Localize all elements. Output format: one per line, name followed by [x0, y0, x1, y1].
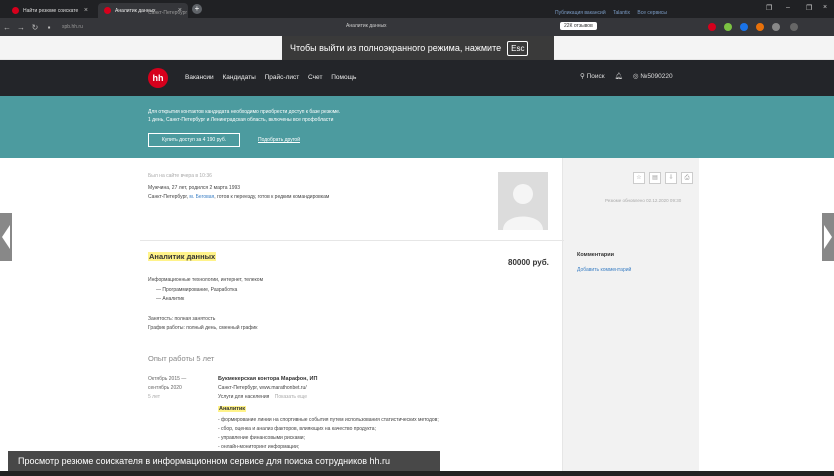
back-icon[interactable]: ← — [0, 23, 14, 32]
comments-title: Комментарии — [577, 252, 615, 258]
specialization: — Программирование, Разработка — [156, 287, 238, 293]
duty-item: - сбор, оценка и анализ факторов, влияющ… — [218, 426, 376, 432]
salary: 80000 руб. — [508, 258, 549, 267]
bookmark-icon[interactable]: ❐ — [766, 4, 772, 12]
star-icon[interactable]: ☆ — [633, 172, 645, 184]
top-link-publish[interactable]: Публикация вакансий — [555, 10, 606, 16]
nav-candidates[interactable]: Кандидаты — [222, 74, 255, 81]
address-bar: ← → ↻ ▪ spb.hh.ru Аналитик данных 22К от… — [0, 18, 834, 36]
close-window-icon[interactable]: × — [823, 4, 827, 11]
last-seen: Был на сайте вчера в 10:36 — [148, 173, 212, 179]
esc-key: Esc — [507, 40, 529, 56]
schedule: График работы: полный день, сменный граф… — [148, 325, 258, 331]
next-arrow[interactable] — [822, 213, 834, 261]
add-comment-link[interactable]: Добавить комментарий — [577, 267, 631, 273]
top-link-talantix[interactable]: Talantix — [613, 10, 630, 16]
prev-arrow[interactable] — [0, 213, 12, 261]
divider — [562, 158, 563, 476]
employment: Занятость: полная занятость — [148, 316, 216, 322]
fullscreen-hint: Чтобы выйти из полноэкранного режима, на… — [282, 36, 554, 60]
url-field[interactable]: spb.hh.ru — [62, 24, 83, 30]
main-nav: Вакансии Кандидаты Прайс-лист Счет Помощ… — [185, 74, 363, 81]
period-start: Октябрь 2015 — — [148, 376, 187, 382]
top-link-services[interactable]: Все сервисы — [637, 10, 667, 16]
nav-vacancies[interactable]: Вакансии — [185, 74, 214, 81]
close-icon[interactable]: × — [84, 7, 88, 14]
buy-access-button[interactable]: Купить доступ за 4 190 руб. — [148, 133, 240, 147]
banner-text: Для открытия контактов кандидата необход… — [148, 109, 341, 123]
page-title: Аналитик данных — [346, 23, 387, 29]
hh-favicon-icon — [104, 7, 111, 14]
site-header: hh Вакансии Кандидаты Прайс-лист Счет По… — [0, 60, 834, 96]
extension-icon[interactable] — [708, 23, 716, 31]
metro-link[interactable]: м. Беговая — [189, 194, 214, 200]
print-icon[interactable]: ⎙ — [681, 172, 693, 184]
nav-help[interactable]: Помощь — [331, 74, 356, 81]
access-banner: Для открытия контактов кандидата необход… — [0, 96, 834, 158]
folder-icon[interactable]: ▤ — [649, 172, 661, 184]
browser-tab[interactable]: Найти резюме соискате × — [6, 3, 94, 18]
fullscreen-hint-text: Чтобы выйти из полноэкранного режима, на… — [290, 43, 502, 53]
lock-icon: ▪ — [47, 22, 51, 32]
duty-item: - формирование линии на спортивные событ… — [218, 417, 439, 423]
period-end: сентябрь 2020 — [148, 385, 182, 391]
content-area — [0, 158, 834, 476]
show-more-link[interactable]: Показать еще — [275, 394, 307, 400]
avatar — [498, 172, 548, 230]
sphere: Информационные технологии, интернет, тел… — [148, 277, 263, 283]
forward-icon[interactable]: → — [14, 23, 28, 32]
extension-icon[interactable] — [772, 23, 780, 31]
company-name: Букмекерская контора Марафон, ИП — [218, 376, 318, 382]
company-location: Санкт-Петербург, www.marathonbet.ru/ — [218, 385, 307, 391]
duty-item: - управление финансовыми рисками; — [218, 435, 305, 441]
search-button[interactable]: ⚲ Поиск — [580, 72, 605, 80]
caption: Просмотр резюме соискателя в информацион… — [8, 451, 440, 471]
top-links: Публикация вакансий Talantix Все сервисы — [555, 10, 673, 16]
candidate-info: Мужчина, 27 лет, родился 2 марта 1993 — [148, 185, 241, 191]
resume-title: Аналитик данных — [148, 252, 217, 261]
browser-tab-bar: Найти резюме соискате × Аналитик данных … — [0, 0, 834, 18]
specialization: — Аналитик — [156, 296, 185, 302]
extensions-icon[interactable] — [790, 23, 798, 31]
nav-account[interactable]: Счет — [308, 74, 322, 81]
reviews-badge[interactable]: 22К отзывов — [560, 22, 597, 30]
company-industry: Услуги для населения Показать еще — [218, 394, 307, 400]
choose-other-link[interactable]: Подобрать другой — [258, 137, 300, 143]
divider — [140, 240, 564, 241]
extension-icon[interactable] — [724, 23, 732, 31]
right-sidebar — [563, 158, 699, 476]
minimize-icon[interactable]: – — [786, 4, 790, 11]
new-tab-icon[interactable]: + — [192, 4, 202, 14]
search-icon: ⚲ — [580, 73, 587, 80]
hh-logo[interactable]: hh — [148, 68, 168, 88]
candidate-location: Санкт-Петербург, м. Беговая, готов к пер… — [148, 194, 330, 200]
extension-icon[interactable] — [756, 23, 764, 31]
experience-title: Опыт работы 5 лет — [148, 354, 215, 363]
download-icon[interactable]: ⇩ — [665, 172, 677, 184]
extension-icon[interactable] — [740, 23, 748, 31]
hh-favicon-icon — [12, 7, 19, 14]
duty-item: - онлайн-мониторинг информации; — [218, 444, 300, 450]
restore-icon[interactable]: ❐ — [806, 4, 812, 12]
bell-icon[interactable]: 🔔︎ — [615, 72, 623, 80]
account-menu[interactable]: ◎ №5090220 — [633, 72, 673, 80]
nav-pricelist[interactable]: Прайс-лист — [265, 74, 300, 81]
region-selector[interactable]: Санкт-Петербург — [148, 10, 187, 16]
resume-updated: Резюме обновлено 02.12.2020 09:30 — [605, 198, 682, 203]
header-right: ⚲ Поиск 🔔︎ ◎ №5090220 — [580, 72, 683, 80]
duration: 5 лет — [148, 394, 160, 400]
role-title: Аналитик — [218, 406, 247, 412]
reload-icon[interactable]: ↻ — [28, 23, 42, 32]
tab-label: Найти резюме соискате — [23, 7, 79, 14]
bottom-strip — [0, 471, 834, 476]
